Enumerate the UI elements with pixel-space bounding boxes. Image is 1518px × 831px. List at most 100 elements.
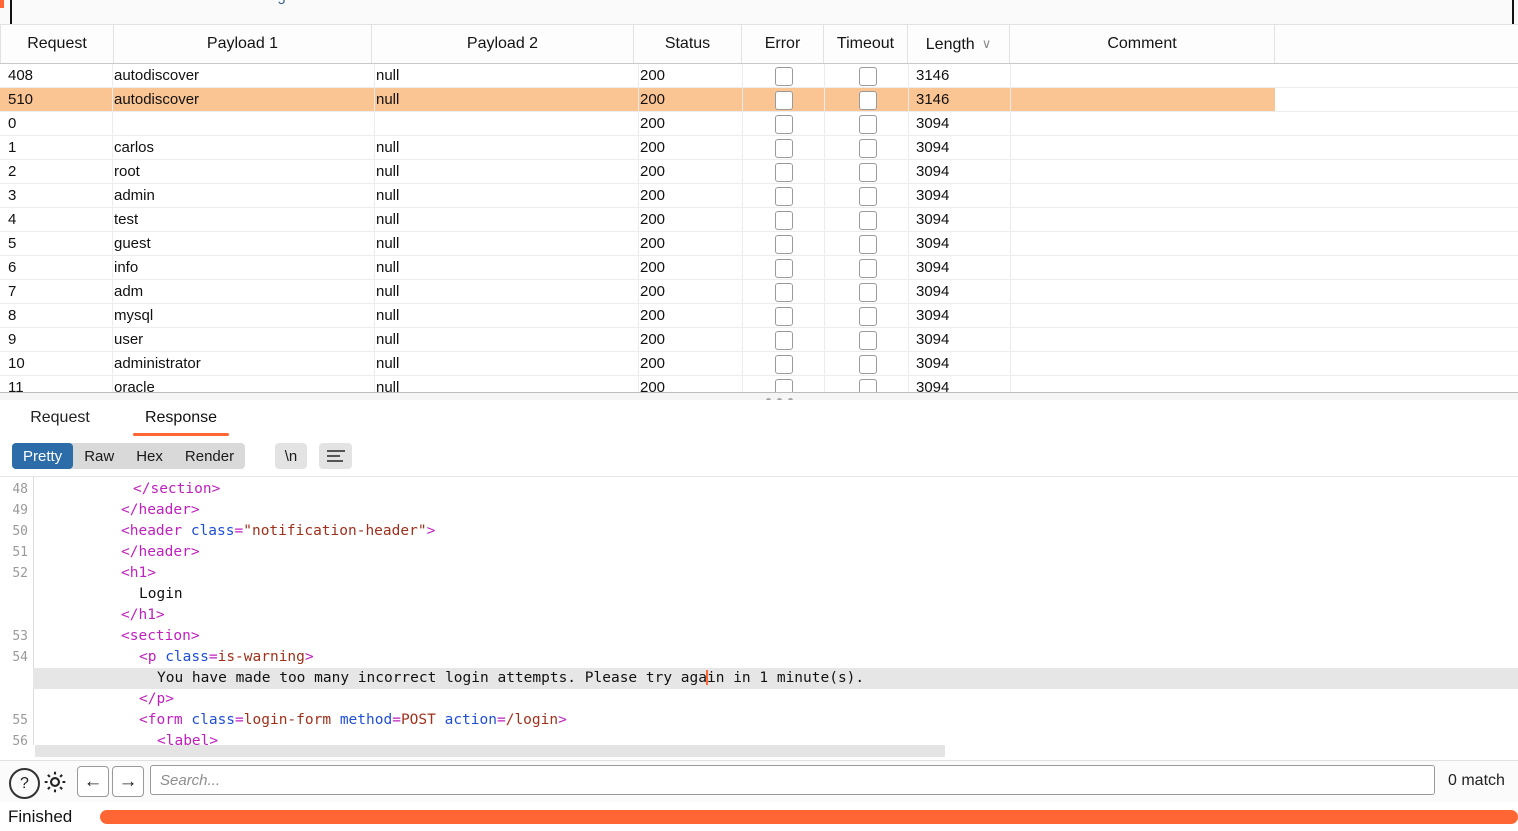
horizontal-scrollbar[interactable] [35,745,945,757]
cell-divider [638,280,639,304]
cell-divider [638,304,639,328]
timeout-checkbox[interactable] [859,115,877,134]
search-prev-button[interactable]: ← [77,766,109,797]
line-number: 55 [12,713,28,728]
gear-icon[interactable] [41,768,69,796]
error-checkbox[interactable] [775,91,793,110]
view-mode-render[interactable]: Render [174,443,245,469]
timeout-checkbox[interactable] [859,379,877,392]
error-checkbox[interactable] [775,235,793,254]
search-next-button[interactable]: → [112,766,144,797]
cell-payload2: null [376,187,400,204]
cell-payload1: autodiscover [114,91,200,108]
column-header-request[interactable]: Request [0,25,114,63]
timeout-checkbox[interactable] [859,259,877,278]
cell-divider [638,352,639,376]
error-checkbox[interactable] [775,187,793,206]
search-input[interactable] [150,765,1435,795]
cell-request: 4 [8,211,17,228]
cell-divider [638,328,639,352]
table-row[interactable]: 408 autodiscover null 200 3146 [0,64,1275,88]
newline-toggle-button[interactable]: \n [275,443,307,469]
timeout-checkbox[interactable] [859,139,877,158]
cell-request: 6 [8,259,17,276]
view-mode-hex[interactable]: Hex [125,443,174,469]
timeout-checkbox[interactable] [859,331,877,350]
cell-divider [1010,304,1011,328]
view-mode-pretty[interactable]: Pretty [12,443,74,469]
column-header-comment[interactable]: Comment [1010,25,1275,63]
column-header-label: Payload 2 [466,35,539,52]
view-mode-raw[interactable]: Raw [73,443,125,469]
timeout-checkbox[interactable] [859,163,877,182]
table-body[interactable]: 408 autodiscover null 200 3146 510 autodiscove… [0,64,1518,392]
table-row[interactable]: 11 oracle null 200 3094 [0,376,1275,392]
column-header-error[interactable]: Error [742,25,824,63]
table-row[interactable]: 0 200 3094 [0,112,1275,136]
error-checkbox[interactable] [775,139,793,158]
timeout-checkbox[interactable] [859,187,877,206]
cell-payload1: mysql [114,307,154,324]
error-checkbox[interactable] [775,355,793,374]
cell-divider [824,280,825,304]
tab-request[interactable]: Request [12,400,108,436]
timeout-checkbox[interactable] [859,211,877,230]
message-tabs[interactable]: Request Response [0,400,1518,437]
cell-status: 200 [640,211,666,228]
error-checkbox[interactable] [775,259,793,278]
timeout-checkbox[interactable] [859,235,877,254]
error-checkbox[interactable] [775,163,793,182]
cell-divider [638,232,639,256]
table-row[interactable]: 6 info null 200 3094 [0,256,1275,280]
cell-divider [742,184,743,208]
cell-divider [908,256,909,280]
attack-results-table[interactable]: Request Payload 1 Payload 2 Status Error Time… [0,24,1518,392]
column-header-status[interactable]: Status [634,25,742,63]
column-header-label: Error [764,35,801,52]
timeout-checkbox[interactable] [859,283,877,302]
response-viewer[interactable]: 48 49 50 51 52 53 54 55 56 </section> </header> <h… [0,477,1518,745]
timeout-checkbox[interactable] [859,67,877,86]
view-mode-segmented-control[interactable]: Pretty Raw Hex Render [12,443,246,469]
column-header-payload1[interactable]: Payload 1 [114,25,372,63]
cell-length: 3094 [916,331,950,348]
table-row[interactable]: 7 adm null 200 3094 [0,280,1275,304]
timeout-checkbox[interactable] [859,91,877,110]
cell-payload1: admin [114,187,155,204]
table-row[interactable]: 9 user null 200 3094 [0,328,1275,352]
cell-divider [1010,64,1011,88]
cell-divider [638,136,639,160]
table-row[interactable]: 8 mysql null 200 3094 [0,304,1275,328]
table-row[interactable]: 2 root null 200 3094 [0,160,1275,184]
table-row[interactable]: 5 guest null 200 3094 [0,232,1275,256]
error-checkbox[interactable] [775,379,793,392]
cell-length: 3094 [916,379,950,392]
column-header-length[interactable]: Length ∨ [908,25,1010,63]
timeout-checkbox[interactable] [859,307,877,326]
error-checkbox[interactable] [775,115,793,134]
cell-request: 9 [8,331,17,348]
timeout-checkbox[interactable] [859,355,877,374]
table-row[interactable]: 10 administrator null 200 3094 [0,352,1275,376]
table-row[interactable]: 3 admin null 200 3094 [0,184,1275,208]
question-mark-icon[interactable]: ? [9,768,40,799]
wrap-lines-button[interactable] [319,443,352,469]
cell-divider [638,160,639,184]
column-header-timeout[interactable]: Timeout [824,25,908,63]
error-checkbox[interactable] [775,307,793,326]
top-panel-border [10,0,1514,24]
error-checkbox[interactable] [775,331,793,350]
table-row[interactable]: 4 test null 200 3094 [0,208,1275,232]
cell-divider [112,88,113,112]
error-checkbox[interactable] [775,211,793,230]
tab-response[interactable]: Response [125,400,237,436]
cell-divider [742,160,743,184]
table-row[interactable]: 1 carlos null 200 3094 [0,136,1275,160]
response-code-body[interactable]: </section> </header> <header class="notifi… [33,477,1518,745]
error-checkbox[interactable] [775,67,793,86]
table-row[interactable]: 510 autodiscover null 200 3146 [0,88,1275,112]
cell-divider [374,112,375,136]
chevron-down-icon[interactable]: ∨ [982,25,992,63]
error-checkbox[interactable] [775,283,793,302]
column-header-payload2[interactable]: Payload 2 [372,25,634,63]
